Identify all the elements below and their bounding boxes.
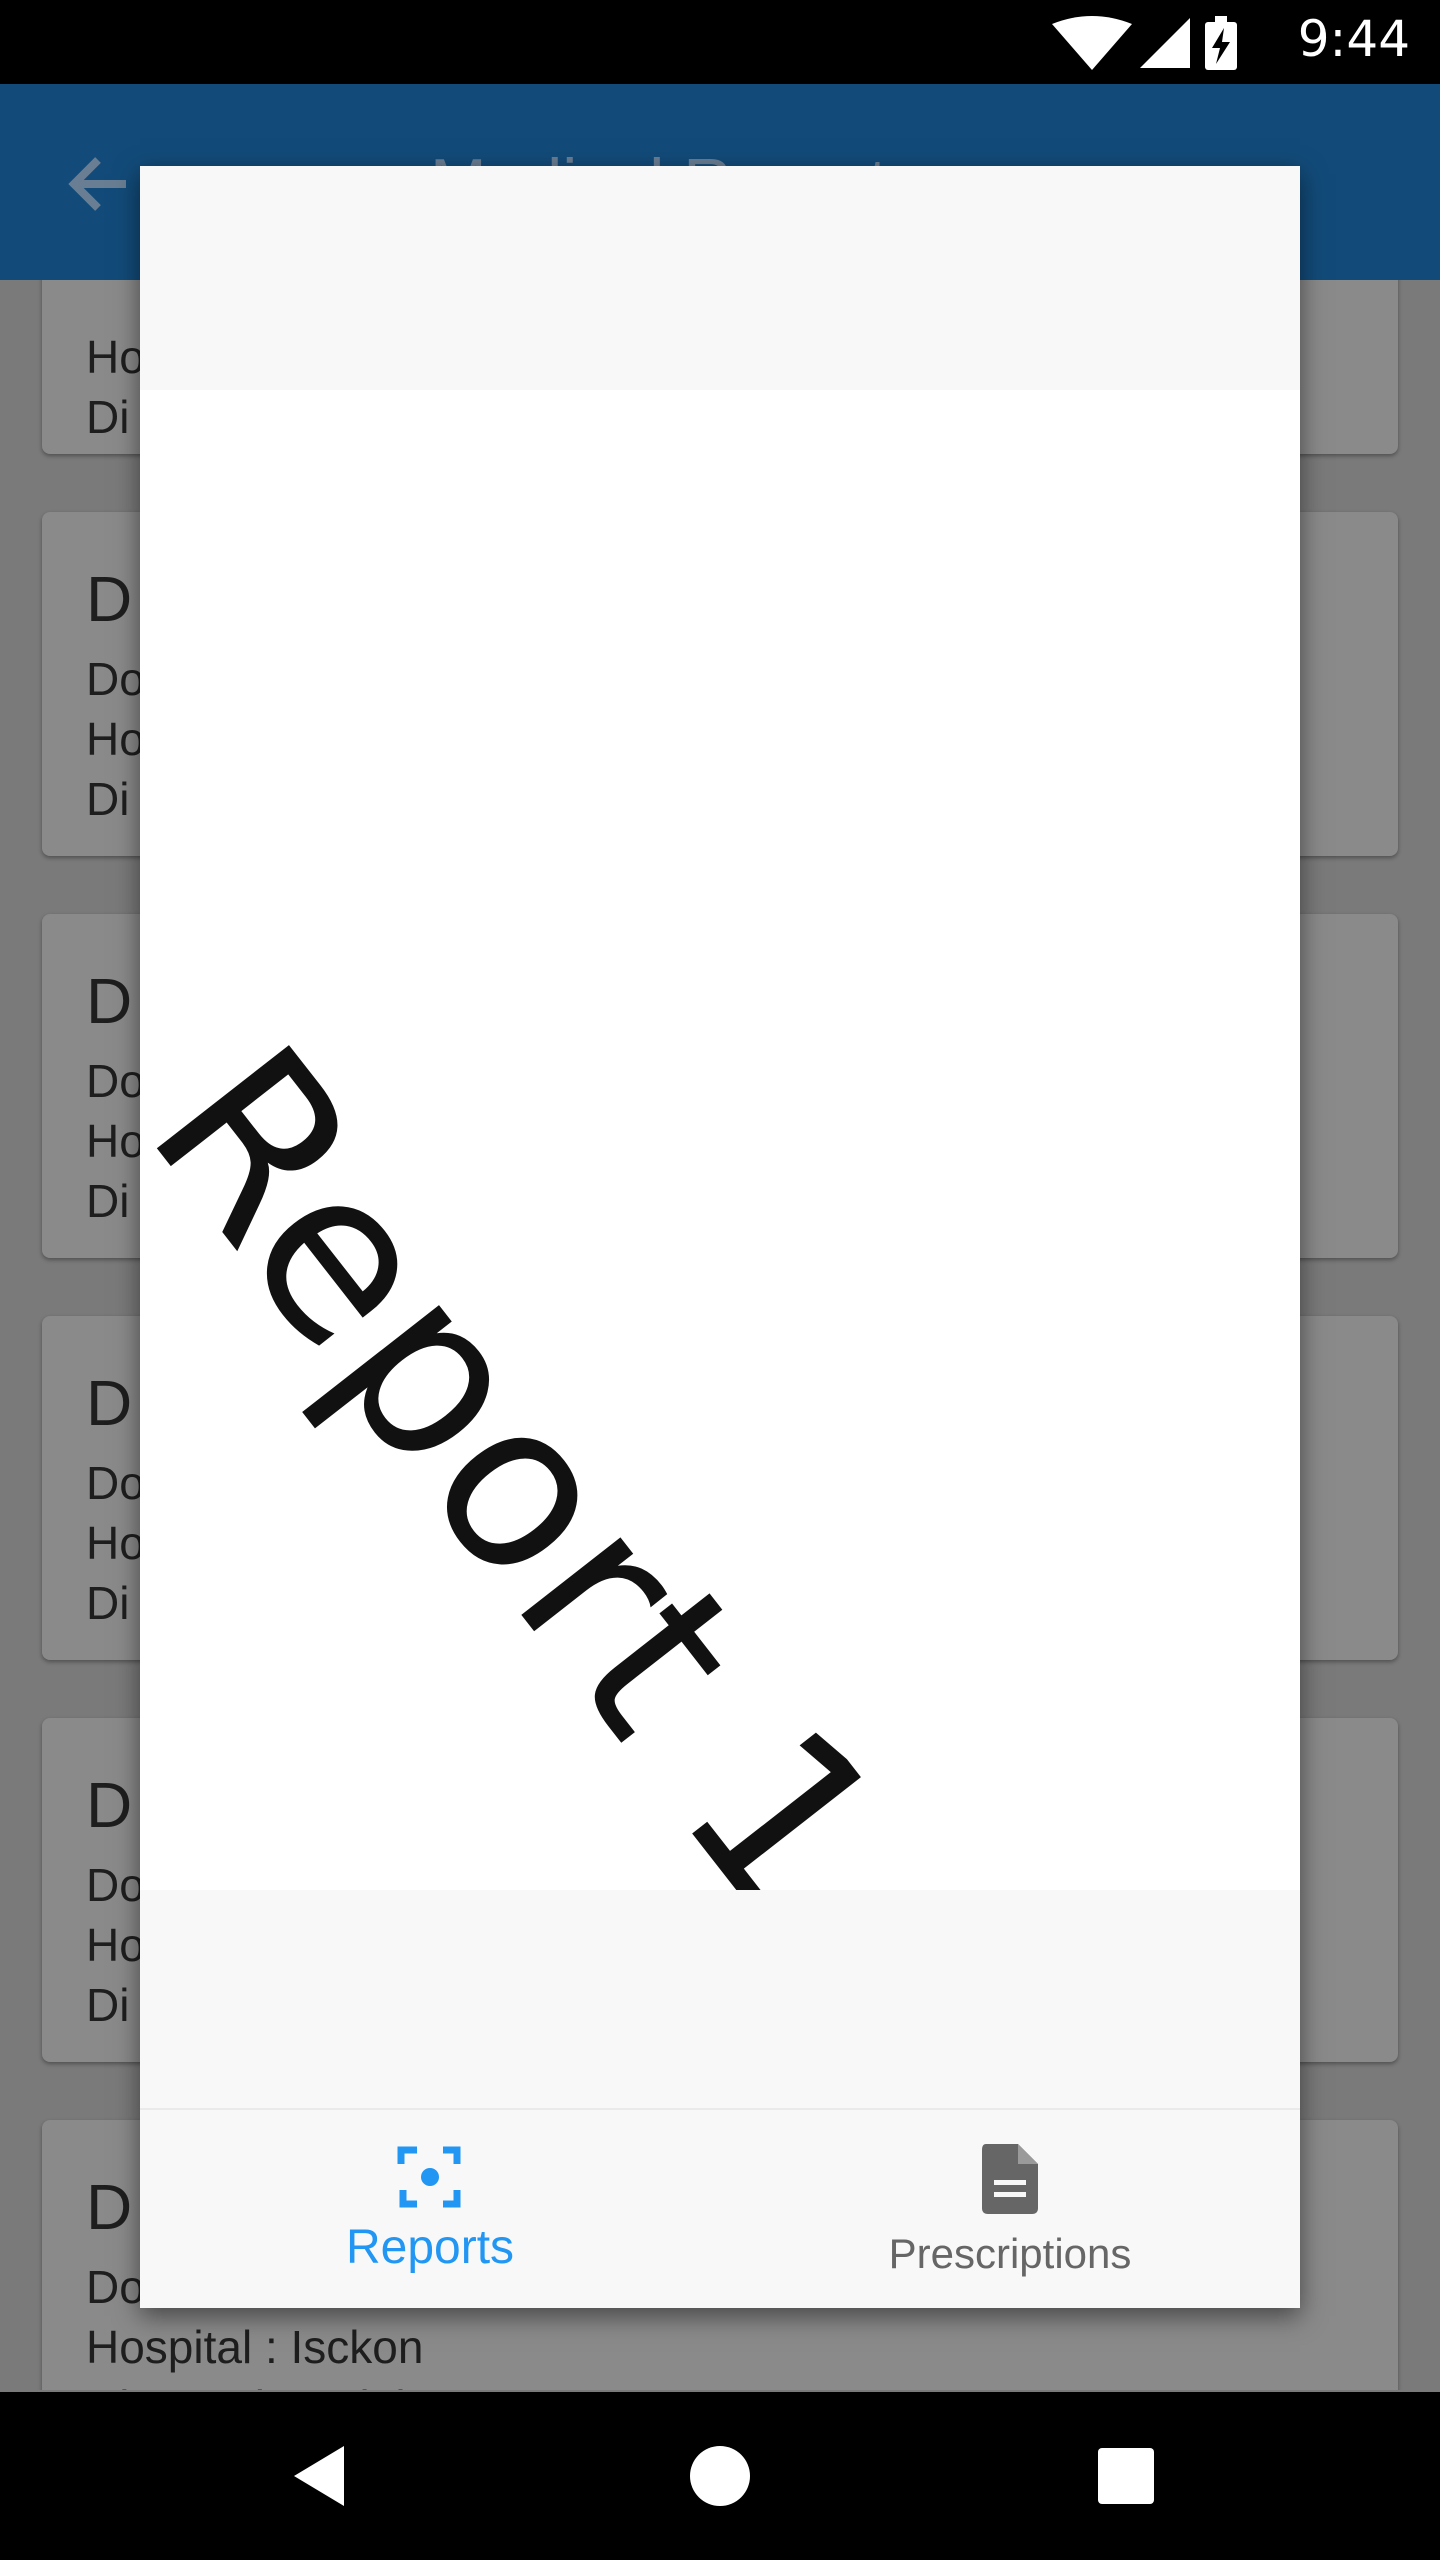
tab-prescriptions-label: Prescriptions (888, 2230, 1132, 2277)
report-viewer-dialog: Report 1 Reports Prescriptions (140, 166, 1300, 2308)
card-line: Do (86, 2261, 145, 2313)
report-image: Report 1 (140, 390, 1300, 1890)
card-line: Ho (86, 1517, 145, 1569)
status-time: 9:44 (1297, 10, 1410, 68)
card-title: D (86, 1367, 133, 1439)
report-image-text: Report 1 (140, 1000, 935, 1890)
back-nav-icon[interactable] (284, 2440, 356, 2512)
card-line: Ho (86, 1919, 145, 1971)
card-line: Di (86, 1175, 130, 1227)
card-line: Do (86, 1859, 145, 1911)
wifi-icon (1052, 16, 1132, 70)
system-navigation-bar (0, 2392, 1440, 2560)
tab-prescriptions[interactable]: Prescriptions (720, 2110, 1300, 2308)
card-title: D (86, 965, 133, 1037)
card-line: Di (86, 1979, 130, 2031)
home-nav-icon[interactable] (684, 2440, 756, 2512)
card-line: Do (86, 1055, 145, 1107)
tab-reports-label: Reports (345, 2221, 515, 2274)
document-icon (982, 2144, 1038, 2214)
status-bar: 9:44 (0, 0, 1440, 84)
focus-frame-icon (397, 2146, 461, 2208)
status-icons (1052, 16, 1237, 70)
card-title: D (86, 1769, 133, 1841)
card-line: Do (86, 1457, 145, 1509)
card-title: D (86, 563, 133, 635)
card-line: Di (86, 1577, 130, 1629)
card-line: Do (86, 653, 145, 705)
card-hospital: Hospital : Isckon (86, 2321, 424, 2373)
card-line: Ho (86, 1115, 145, 1167)
battery-charging-icon (1205, 16, 1237, 70)
tab-reports[interactable]: Reports (140, 2110, 720, 2308)
card-line: Ho (86, 331, 145, 383)
arrow-left-icon[interactable] (60, 144, 140, 224)
signal-icon (1140, 18, 1190, 68)
card-line: Di (86, 391, 130, 443)
card-line: Ho (86, 713, 145, 765)
recents-nav-icon[interactable] (1090, 2440, 1162, 2512)
card-diagnosis: Diagnosis : Diabetes (86, 2380, 508, 2390)
bottom-navigation: Reports Prescriptions (140, 2108, 1300, 2308)
card-line: Di (86, 773, 130, 825)
card-title: D (86, 2171, 133, 2243)
